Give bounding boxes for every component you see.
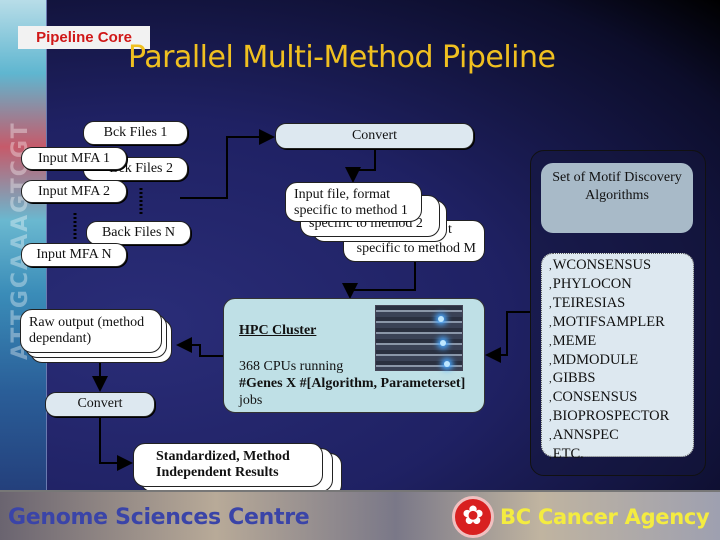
method-file-m-partial: t: [448, 222, 452, 237]
algorithm-item: CONSENSUS: [549, 389, 693, 408]
algorithm-item: ETC.: [549, 446, 693, 465]
raw-output-box: Raw output (method dependant): [20, 309, 162, 353]
algorithm-item: BIOPROSPECTOR: [549, 408, 693, 427]
hpc-title: HPC Cluster: [239, 323, 317, 338]
hpc-jobs: jobs: [239, 393, 263, 408]
input-mfa-2: Input MFA 2: [21, 180, 127, 203]
algorithm-item: TEIRESIAS: [549, 295, 693, 314]
hpc-jobs-formula: #Genes X #[Algorithm, Parameterset]: [239, 376, 466, 391]
footer-bc-cancer-agency: BC Cancer Agency: [500, 505, 710, 529]
input-mfa-n: Input MFA N: [21, 243, 127, 267]
algorithm-panel-header: Set of Motif Discovery Algorithms: [541, 163, 693, 233]
arrow-inputs-to-convert: [180, 129, 275, 199]
algorithm-item: GIBBS: [549, 370, 693, 389]
arrow-method-files-to-hpc: [342, 262, 416, 299]
results-box: Standardized, Method Independent Results: [133, 443, 323, 487]
bck-files-1: Bck Files 1: [83, 121, 188, 145]
footer-genome-sciences-centre: Genome Sciences Centre: [8, 505, 310, 530]
convert-step-top: Convert: [275, 123, 474, 149]
algorithm-list: WCONSENSUS PHYLOCON TEIRESIAS MOTIFSAMPL…: [541, 253, 694, 462]
method-file-m-text: specific to method M: [356, 241, 476, 256]
bc-cancer-logo-icon: ✿: [452, 496, 494, 538]
convert-step-bottom: Convert: [45, 392, 155, 417]
algorithm-item: MEME: [549, 333, 693, 352]
input-mfa-1: Input MFA 1: [21, 147, 127, 170]
arrow-algorithms-to-hpc: [485, 311, 530, 363]
algorithm-item: MOTIFSAMPLER: [549, 314, 693, 333]
method-file-1: Input file, format specific to method 1: [285, 182, 422, 222]
algorithm-item: ANNSPEC: [549, 427, 693, 446]
server-rack-image: [375, 305, 463, 371]
algorithm-item: WCONSENSUS: [549, 257, 693, 276]
arrow-hpc-to-raw: [176, 337, 223, 357]
algorithm-item: MDMODULE: [549, 352, 693, 371]
algorithm-item: PHYLOCON: [549, 276, 693, 295]
back-files-n: Back Files N: [86, 221, 191, 245]
arrow-convert-to-results: [99, 417, 133, 471]
arrow-convert-to-method-files: [345, 149, 376, 183]
